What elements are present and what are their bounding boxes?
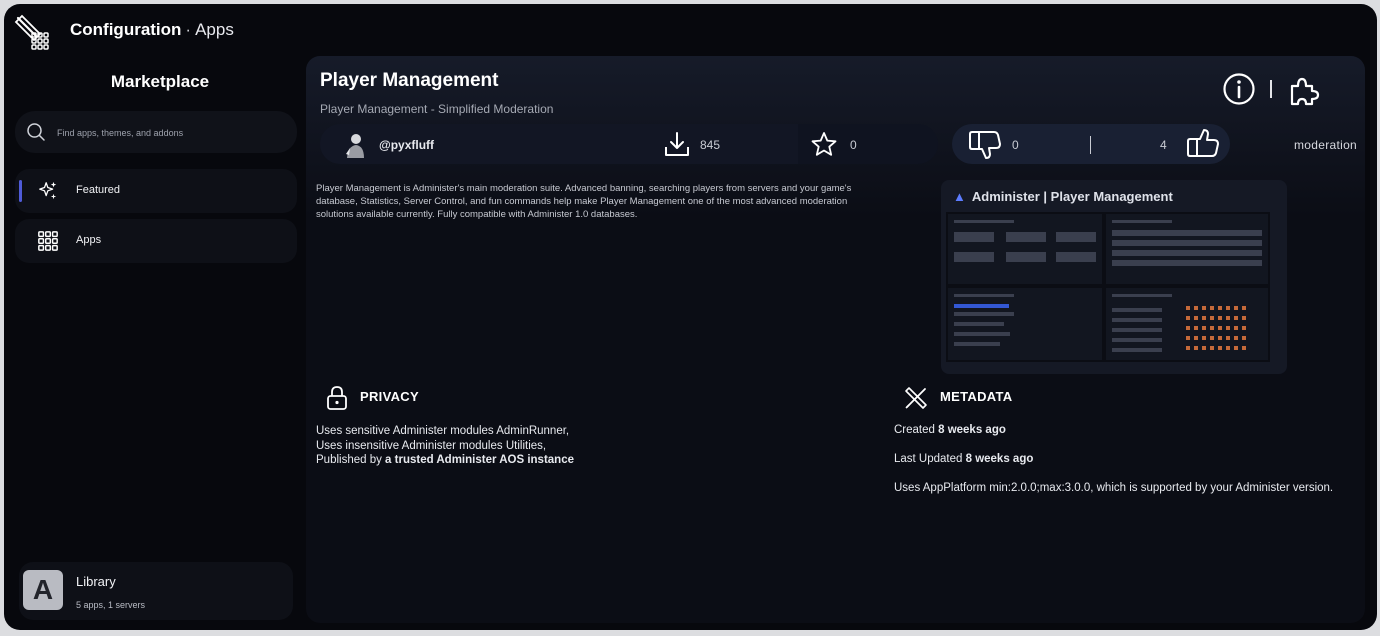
breadcrumb-current: Apps: [195, 20, 234, 39]
privacy-publisher: Published by a trusted Administer AOS in…: [316, 453, 574, 468]
screenshot-title-separator: |: [1043, 189, 1048, 204]
app-window: Configuration·Apps Marketplace Featured: [4, 4, 1377, 630]
privacy-sensitive-modules: Uses sensitive Administer modules AdminR…: [316, 425, 570, 437]
app-stats-bar: @pyxfluff 845 0: [320, 124, 938, 164]
author-avatar[interactable]: [344, 132, 366, 158]
breadcrumb-section[interactable]: Configuration: [70, 20, 181, 39]
puzzle-piece-icon[interactable]: [1286, 72, 1322, 108]
lock-icon: [327, 386, 347, 410]
created-value: 8 weeks ago: [938, 424, 1006, 436]
vote-divider: [1090, 136, 1091, 154]
updated-label: Last Updated: [894, 453, 966, 465]
actions-divider: [1270, 80, 1272, 98]
sidebar-item-featured[interactable]: Featured: [15, 169, 297, 213]
sidebar-title: Marketplace: [110, 72, 210, 91]
app-subtitle: Player Management - Simplified Moderatio…: [320, 102, 554, 116]
library-card[interactable]: A Library 5 apps, 1 servers: [19, 562, 293, 620]
privacy-details: Uses sensitive Administer modules AdminR…: [316, 424, 574, 468]
created-label: Created: [894, 424, 939, 436]
metadata-updated: Last Updated 8 weeks ago: [894, 453, 1033, 465]
metadata-created: Created 8 weeks ago: [894, 424, 1006, 436]
metadata-heading: METADATA: [940, 389, 1013, 404]
library-title: Library: [76, 574, 116, 589]
app-title: Player Management: [320, 70, 499, 91]
privacy-publisher-label: Published by: [316, 454, 386, 466]
like-count: 4: [1160, 138, 1167, 152]
app-description: Player Management is Administer's main m…: [316, 183, 852, 220]
vote-bar: 0 4: [952, 124, 1230, 164]
updated-value: 8 weeks ago: [965, 453, 1034, 465]
thumbs-down-icon[interactable]: [968, 130, 1002, 160]
author-handle[interactable]: @pyxfluff: [379, 138, 434, 152]
privacy-insensitive-modules: Uses insensitive Administer modules Util…: [316, 439, 547, 452]
info-icon[interactable]: [1222, 72, 1256, 106]
sidebar-item-apps[interactable]: Apps: [15, 219, 297, 263]
pencil-ruler-icon: [905, 387, 927, 409]
administer-logo-icon: ▲: [953, 189, 966, 204]
search-icon: [27, 123, 45, 141]
thumbs-up-icon[interactable]: [1186, 128, 1220, 158]
star-icon: [811, 132, 837, 156]
download-count: 845: [700, 138, 721, 152]
grid-icon: [38, 231, 58, 251]
app-screenshot[interactable]: ▲ Administer | Player Management: [941, 180, 1287, 374]
screenshot-brand: Administer: [971, 189, 1040, 204]
screenshot-preview-image: [946, 212, 1270, 362]
configuration-logo-icon: [14, 14, 49, 50]
app-tag[interactable]: moderation: [1294, 138, 1357, 152]
search-input[interactable]: [55, 123, 289, 143]
privacy-publisher-value: a trusted Administer AOS instance: [385, 454, 574, 466]
library-avatar: A: [23, 570, 63, 610]
sidebar: Marketplace Featured: [4, 56, 304, 630]
sparkles-icon: [39, 181, 57, 200]
screenshot-app-name: Player Management: [1050, 189, 1173, 204]
app-detail-panel: Player Management Player Management - Si…: [306, 56, 1365, 623]
search-box[interactable]: [15, 111, 297, 153]
screenshot-title: ▲ Administer | Player Management: [953, 189, 1173, 204]
privacy-heading: PRIVACY: [360, 389, 419, 404]
breadcrumb: Configuration · Apps: [70, 20, 234, 40]
metadata-platform: Uses AppPlatform min:2.0.0;max:3.0.0, wh…: [894, 482, 1334, 494]
dislike-count: 0: [1012, 138, 1019, 152]
library-summary: 5 apps, 1 servers: [76, 600, 146, 610]
favorite-button[interactable]: 0: [798, 124, 938, 164]
app-actions: [1209, 70, 1321, 114]
title-bar: Configuration · Apps: [4, 4, 1377, 56]
sidebar-item-label: Apps: [76, 234, 102, 246]
download-icon: [665, 132, 689, 156]
star-count: 0: [850, 138, 857, 152]
breadcrumb-separator: ·: [185, 20, 192, 39]
sidebar-item-label: Featured: [76, 184, 121, 196]
